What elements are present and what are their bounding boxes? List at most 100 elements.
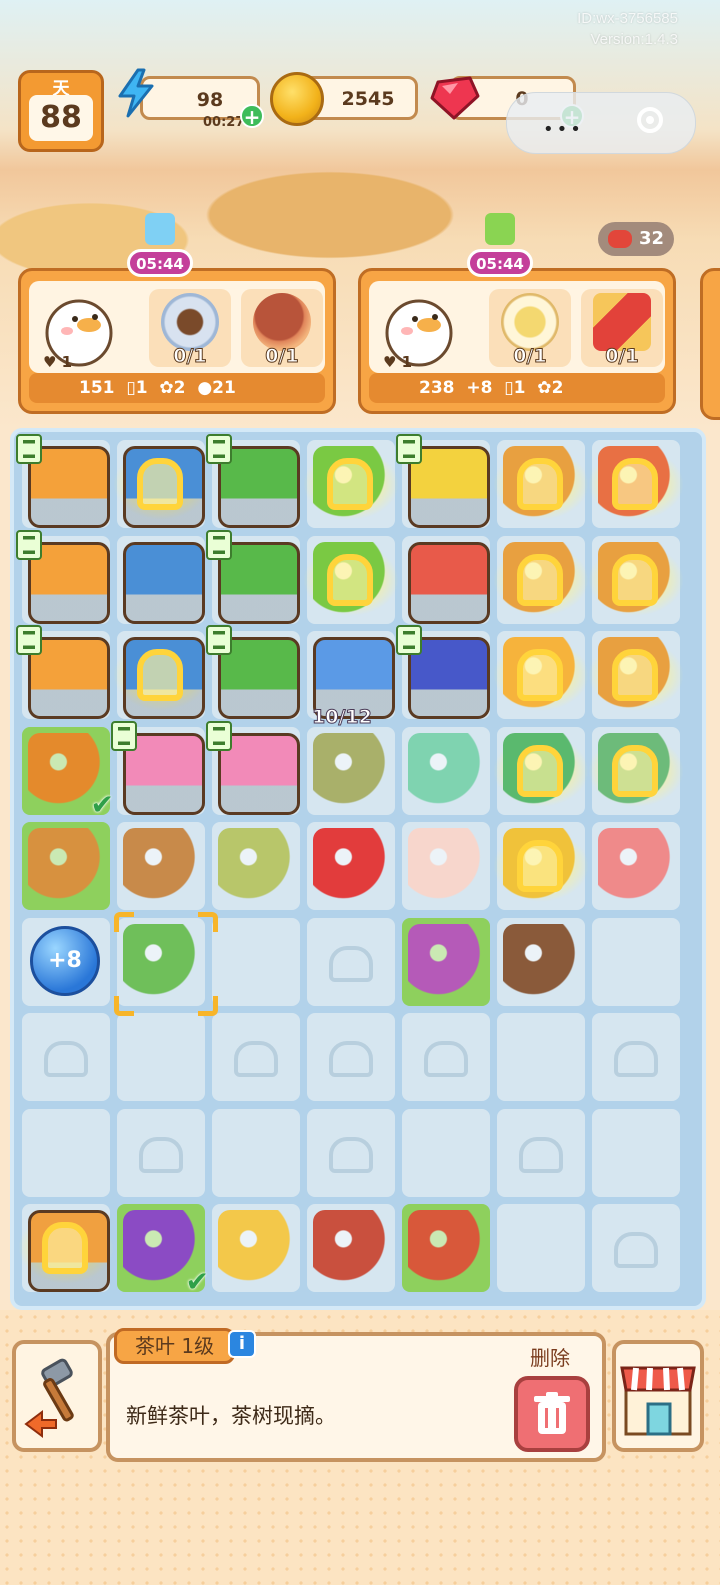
board-cell[interactable]: [303, 535, 399, 624]
board-cell[interactable]: [117, 535, 205, 624]
board-cell[interactable]: [497, 917, 585, 1006]
order-item-slot[interactable]: 0/1: [241, 289, 323, 368]
board-cell[interactable]: [307, 917, 395, 1006]
board-cell[interactable]: [402, 822, 490, 910]
delete-button[interactable]: [514, 1376, 590, 1452]
board-cell[interactable]: [117, 822, 205, 910]
mystery-gift-icon[interactable]: [145, 213, 175, 245]
food-item[interactable]: [313, 828, 389, 904]
board-cell[interactable]: [16, 625, 110, 719]
board-cell[interactable]: [592, 1204, 680, 1292]
board-cell[interactable]: [307, 1108, 395, 1197]
board-cell[interactable]: [402, 917, 490, 1006]
shop-button[interactable]: [612, 1340, 704, 1452]
order-item-slot[interactable]: 0/1: [489, 289, 571, 368]
order-item-slot[interactable]: 0/1: [581, 289, 663, 368]
board-cell[interactable]: [493, 535, 589, 624]
food-item[interactable]: [408, 923, 484, 1000]
board-cell[interactable]: [22, 1108, 110, 1197]
board-cell[interactable]: [303, 440, 399, 528]
order-item-slot[interactable]: 0/1: [149, 289, 231, 368]
board-cell[interactable]: [206, 434, 300, 528]
mystery-gift-icon[interactable]: [485, 213, 515, 245]
board-cell[interactable]: [113, 631, 209, 719]
board-cell[interactable]: [588, 726, 684, 815]
food-item[interactable]: [408, 1210, 484, 1286]
tool-button[interactable]: [12, 1340, 102, 1452]
board-cell[interactable]: [206, 529, 300, 624]
board-cell[interactable]: ✔: [22, 726, 114, 821]
board-cell[interactable]: [497, 1108, 585, 1197]
lock-icon: [612, 744, 658, 797]
board-cell[interactable]: [396, 625, 490, 719]
board-cell[interactable]: [22, 822, 110, 910]
board-cell[interactable]: [307, 1013, 395, 1101]
board-cell[interactable]: [402, 1013, 490, 1101]
food-item[interactable]: [218, 828, 294, 904]
board-cell[interactable]: [307, 1204, 395, 1292]
generator-item[interactable]: [408, 541, 490, 624]
board-cell[interactable]: [117, 1108, 205, 1197]
board-cell[interactable]: [402, 726, 490, 815]
order-card-2[interactable]: 05:44 ♥ 1 0/1 0/1 238 +8 ▯1 ✿2: [358, 213, 676, 414]
board-cell[interactable]: [493, 726, 589, 815]
add-energy-button[interactable]: +: [240, 104, 264, 128]
board-cell[interactable]: [22, 1013, 110, 1101]
board-cell[interactable]: [307, 822, 395, 910]
board-cell[interactable]: [206, 720, 300, 815]
food-item[interactable]: [313, 1210, 389, 1286]
food-item[interactable]: [313, 732, 389, 809]
food-item[interactable]: [123, 828, 199, 904]
chef-hat-placeholder-icon: [329, 945, 373, 982]
food-item[interactable]: [408, 828, 484, 904]
board-cell[interactable]: [307, 726, 395, 815]
food-item[interactable]: [408, 732, 484, 809]
food-item[interactable]: [503, 923, 579, 1000]
board-cell[interactable]: [402, 535, 490, 624]
mini-program-capsule[interactable]: •••: [506, 92, 696, 154]
board-cell[interactable]: [117, 1013, 205, 1101]
board-cell[interactable]: [588, 440, 684, 528]
board-cell[interactable]: [592, 1108, 680, 1197]
board-cell[interactable]: +8: [22, 917, 110, 1006]
board-cell[interactable]: ✔: [117, 1204, 209, 1298]
board-cell[interactable]: [113, 440, 209, 528]
board-cell[interactable]: [497, 1013, 585, 1101]
hourglass-icon: [396, 625, 422, 655]
board-cell[interactable]: [497, 1204, 585, 1292]
close-mini-program-icon[interactable]: [637, 107, 663, 133]
board-cell[interactable]: [16, 529, 110, 624]
more-menu-icon[interactable]: •••: [543, 119, 584, 140]
board-cell[interactable]: [396, 434, 490, 528]
board-cell[interactable]: [588, 631, 684, 719]
board-cell[interactable]: [212, 1013, 300, 1101]
food-item[interactable]: [28, 828, 104, 904]
hourglass-icon: [206, 625, 232, 655]
board-cell[interactable]: [493, 631, 589, 719]
board-cell[interactable]: [111, 720, 205, 815]
board-cell[interactable]: [212, 1108, 300, 1197]
board-cell[interactable]: [212, 822, 300, 910]
food-item[interactable]: [598, 828, 674, 904]
order-card-3-partial[interactable]: [700, 268, 720, 420]
board-cell[interactable]: [493, 822, 589, 910]
board-cell[interactable]: [212, 1204, 300, 1292]
info-icon[interactable]: i: [228, 1330, 256, 1358]
board-cell[interactable]: [588, 535, 684, 624]
order-card-1[interactable]: 05:44 ♥ 1 0/1 0/1 151 ▯1 ✿2 ●21: [18, 213, 336, 414]
generator-item[interactable]: [123, 541, 205, 624]
food-item[interactable]: [218, 1210, 294, 1286]
chef-hat-placeholder-icon: [329, 1136, 373, 1173]
board-cell[interactable]: [592, 822, 680, 910]
board-cell[interactable]: [212, 917, 300, 1006]
board-cell[interactable]: [16, 434, 110, 528]
board-cell[interactable]: [402, 1108, 490, 1197]
energy-bubble[interactable]: +8: [30, 925, 100, 996]
board-cell[interactable]: [18, 1204, 114, 1292]
board-cell[interactable]: [592, 1013, 680, 1101]
board-cell[interactable]: [206, 625, 300, 719]
board-cell[interactable]: [493, 440, 589, 528]
board-cell[interactable]: [402, 1204, 490, 1292]
board-cell[interactable]: [592, 917, 680, 1006]
debug-info: ID:wx-3756585 Version:1.4.3: [577, 8, 678, 50]
